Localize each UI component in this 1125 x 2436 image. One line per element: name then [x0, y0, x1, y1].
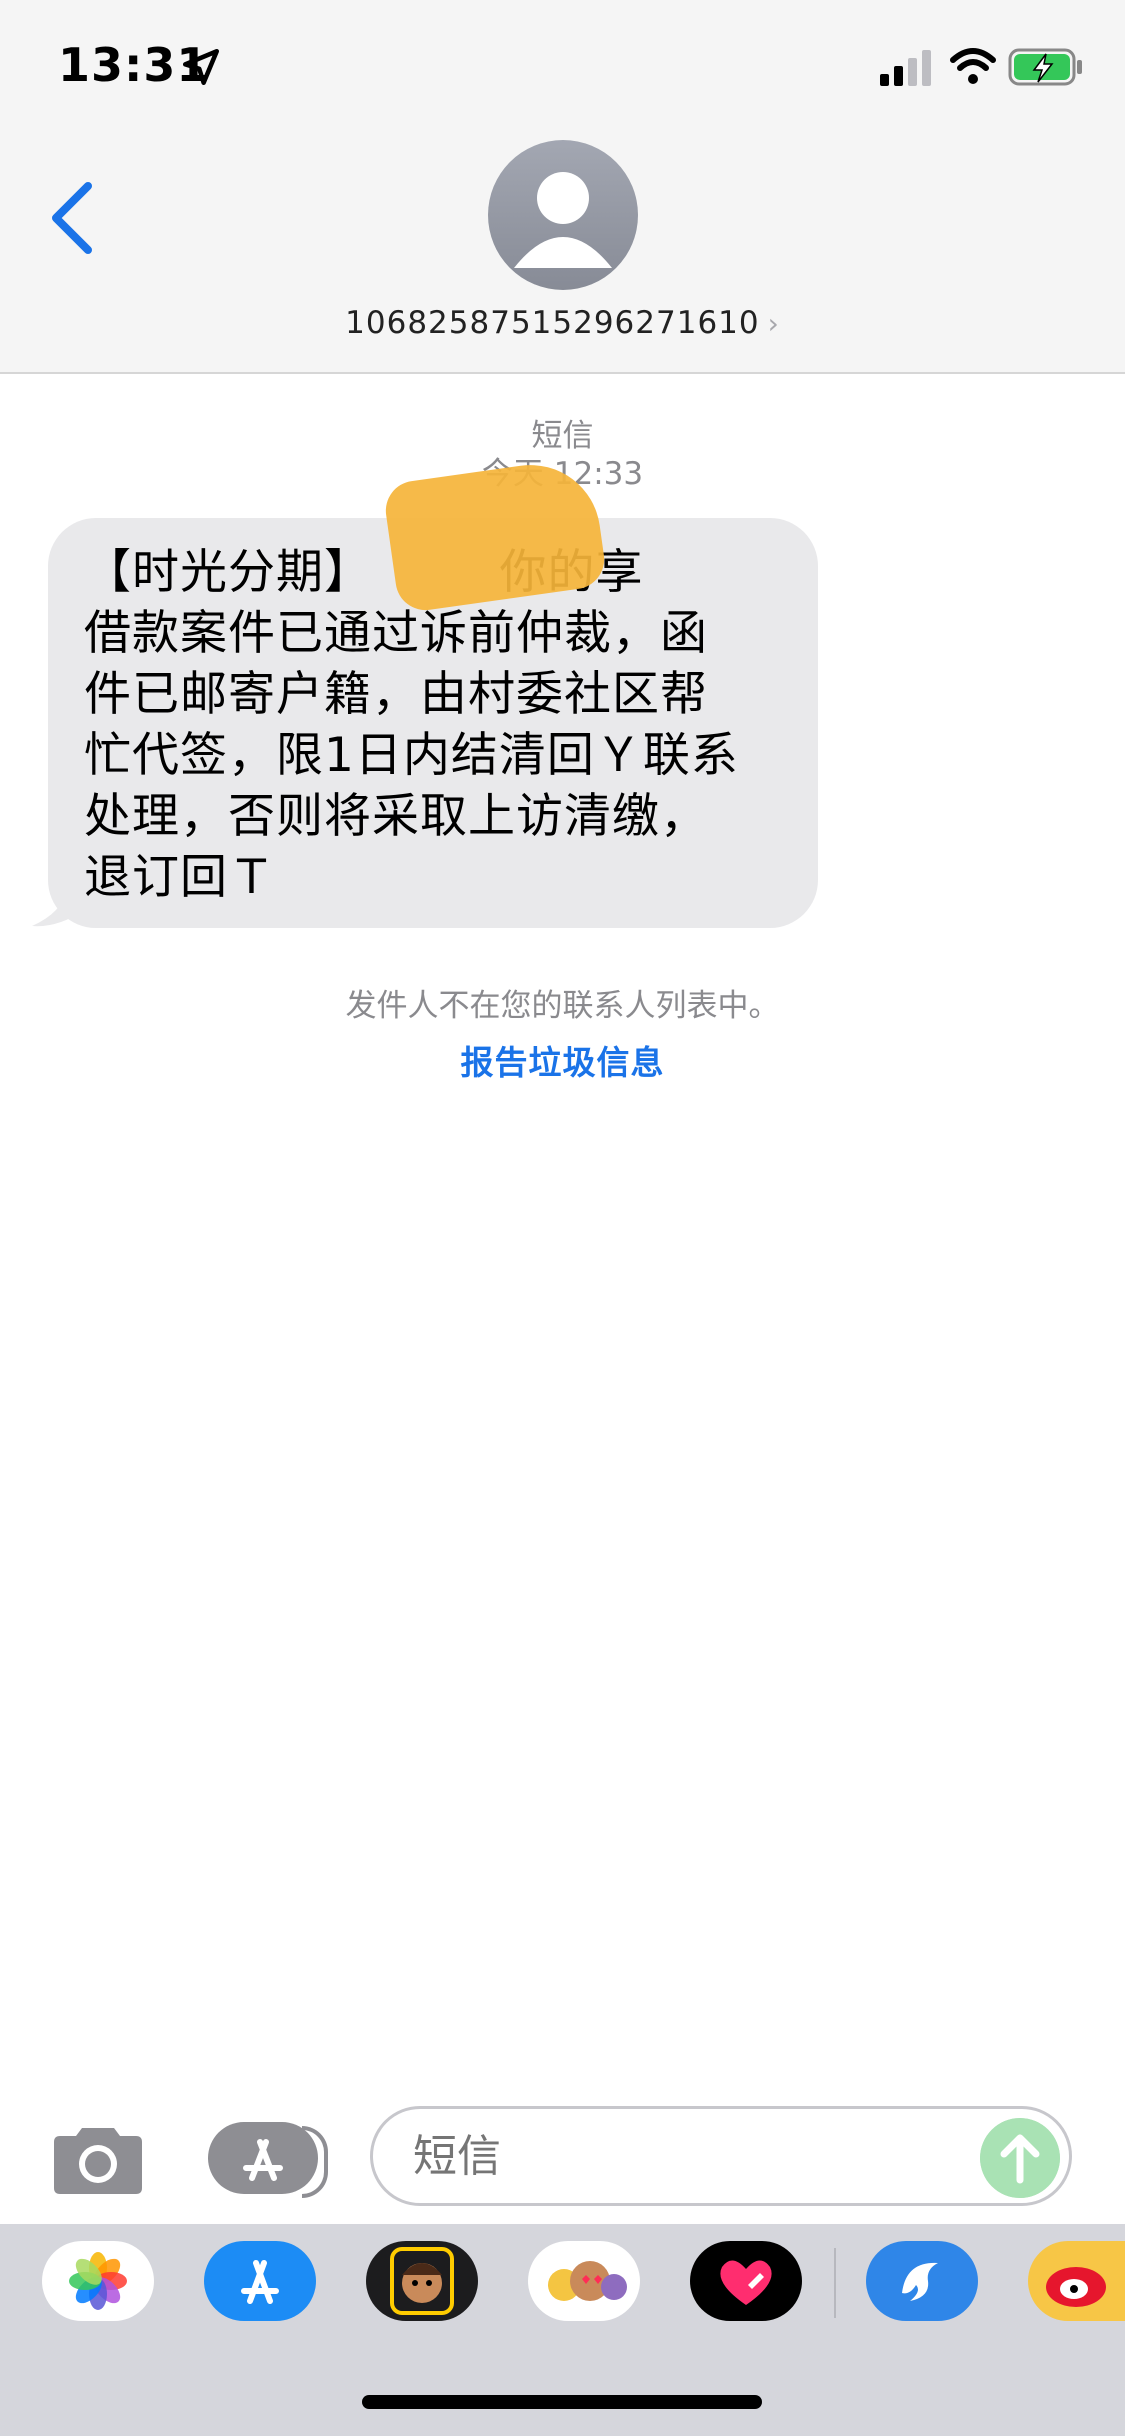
report-junk-link[interactable]: 报告垃圾信息: [0, 1036, 1125, 1084]
message-line: 退订回Ｔ: [84, 850, 276, 905]
person-silhouette-icon: [514, 172, 612, 268]
photos-app-icon[interactable]: [42, 2241, 154, 2321]
conversation-header: 13:31 106825875152962716​10 ›: [0, 0, 1125, 374]
sender-notice: 发件人不在您的联系人列表中。: [345, 988, 780, 1024]
contact-name[interactable]: 106825875152962716​10 ›: [0, 305, 1125, 341]
dolphin-app-icon[interactable]: [866, 2241, 978, 2321]
back-chevron-icon[interactable]: [44, 178, 104, 258]
home-indicator[interactable]: [362, 2395, 762, 2409]
message-input[interactable]: [370, 2106, 1072, 2206]
app-store-button[interactable]: [208, 2122, 328, 2198]
chevron-right-icon: ›: [767, 307, 780, 340]
memoji-stickers-app-icon[interactable]: [528, 2241, 640, 2321]
wifi-icon: [950, 48, 996, 84]
app-store-app-icon[interactable]: [204, 2241, 316, 2321]
camera-icon[interactable]: [52, 2122, 144, 2196]
location-arrow-icon: [182, 48, 220, 86]
memoji-camera-app-icon[interactable]: [366, 2241, 478, 2321]
drawer-divider: [834, 2248, 836, 2318]
weibo-app-icon[interactable]: [1028, 2241, 1125, 2321]
message-line: 忙代签，限1日内结清回Ｙ联系: [84, 728, 739, 783]
send-arrow-icon[interactable]: [980, 2118, 1060, 2198]
contact-number[interactable]: 106825875152962716​10: [345, 305, 759, 341]
contact-avatar[interactable]: [488, 140, 638, 290]
message-line: 处理，否则将采取上访清缴，: [84, 789, 708, 844]
message-line: 件已邮寄户籍，由村委社区帮: [84, 667, 708, 722]
digital-touch-app-icon[interactable]: [690, 2241, 802, 2321]
cellular-signal-icon: [880, 50, 931, 86]
battery-charging-icon: [1008, 48, 1082, 86]
message-line: 借款案件已通过诉前仲裁，函: [84, 606, 708, 661]
